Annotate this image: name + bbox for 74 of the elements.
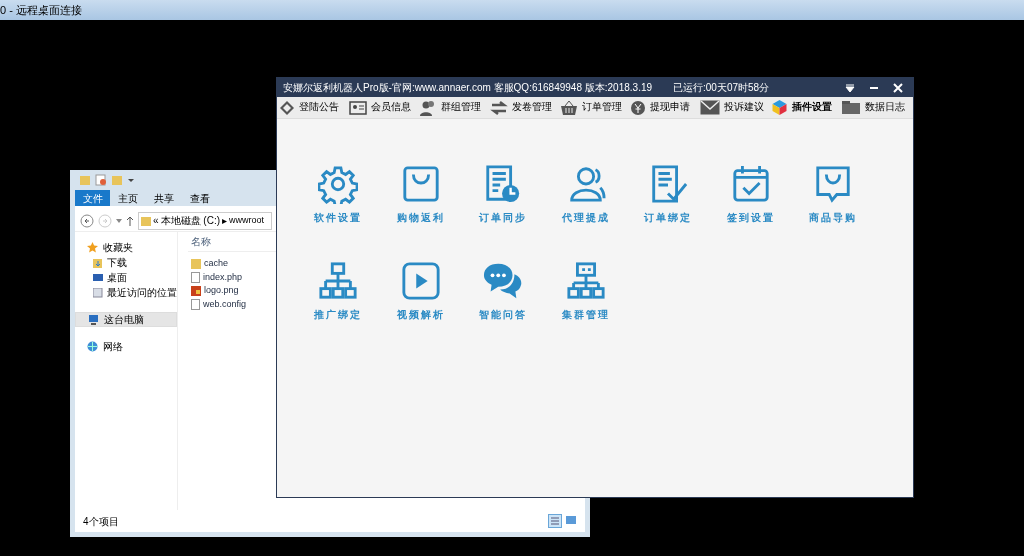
nav-item[interactable]: 这台电脑	[75, 312, 177, 327]
up-arrow-icon[interactable]	[126, 214, 134, 227]
breadcrumb-overflow[interactable]: «	[153, 213, 159, 228]
cube-icon	[770, 99, 788, 116]
tile-label[interactable]: 软件设置	[314, 210, 363, 225]
tile-label[interactable]: 推广绑定	[314, 307, 363, 322]
nav-item[interactable]: 收藏夹	[75, 240, 177, 255]
close-icon[interactable]	[893, 82, 903, 93]
status-text: 4个项目	[83, 514, 119, 529]
envelope-icon	[700, 100, 721, 115]
window-title: 0 - 远程桌面连接	[0, 2, 82, 18]
toolbar-button[interactable]: 投诉建议	[700, 97, 771, 118]
app-title: 安娜尔返利机器人Pro版-官网:www.annaer.com 客服QQ:616849948 版本:2018.3.19	[283, 81, 653, 95]
toolbar-button[interactable]: 发卷管理	[489, 97, 560, 118]
uptime-text: 已运行:00天07时58分	[673, 81, 770, 95]
details-view-icon[interactable]	[548, 514, 562, 528]
folder-icon	[191, 258, 201, 270]
back-icon[interactable]	[80, 213, 94, 228]
breadcrumb-item[interactable]: 本地磁盘 (C:)	[160, 213, 220, 228]
tile-label[interactable]: 集群管理	[561, 307, 610, 322]
desktop-icon	[93, 272, 103, 283]
chat-bubbles-icon[interactable]	[483, 261, 524, 301]
file-icon	[191, 271, 200, 283]
file-item[interactable]: cache	[191, 257, 229, 271]
thumbnail-view-icon[interactable]	[565, 514, 577, 526]
ribbon-tab[interactable]: 文件	[75, 190, 110, 206]
nav-item[interactable]: 下载	[75, 255, 177, 270]
nav-item[interactable]: 网络	[75, 339, 177, 354]
shopping-bag-icon[interactable]	[400, 164, 441, 204]
column-header[interactable]: 名称	[191, 234, 211, 249]
toolbar-button[interactable]: 插件设置	[770, 97, 841, 118]
dropdown-icon[interactable]	[845, 82, 855, 93]
ribbon-tab[interactable]: 查看	[182, 190, 218, 206]
toolbar-button[interactable]: 群组管理	[419, 97, 490, 118]
toolbar-button[interactable]: 会员信息	[349, 97, 420, 118]
computer-icon	[88, 314, 99, 325]
properties-icon[interactable]	[95, 174, 107, 186]
tile-label[interactable]: 视频解析	[396, 307, 445, 322]
tile-label[interactable]: 代理提成	[561, 210, 610, 225]
ribbon-tab[interactable]: 共享	[146, 190, 182, 206]
file-icon	[191, 298, 200, 310]
folder-icon	[141, 215, 151, 226]
image-file-icon	[191, 285, 201, 297]
yen-coin-icon	[630, 99, 647, 116]
toolbar-button[interactable]: 数据日志	[840, 97, 911, 118]
tile-label[interactable]: 订单绑定	[644, 210, 693, 225]
swap-arrows-icon	[489, 100, 508, 115]
tile-label[interactable]: 商品导购	[809, 210, 858, 225]
download-folder-icon	[93, 257, 103, 268]
breadcrumb-item[interactable]: wwwroot	[229, 213, 265, 228]
nav-item[interactable]: 桌面	[75, 270, 177, 285]
breadcrumb-separator: ▸	[222, 214, 227, 228]
cluster-diagram-icon[interactable]	[565, 261, 606, 301]
file-item[interactable]: index.php	[191, 270, 243, 284]
calendar-check-icon[interactable]	[730, 164, 771, 204]
toolbar-button[interactable]: 订单管理	[559, 97, 631, 118]
nav-item[interactable]: 最近访问的位置	[75, 285, 177, 300]
org-chart-icon[interactable]	[318, 261, 359, 301]
gear-icon[interactable]	[318, 164, 359, 204]
file-item[interactable]: web.config	[191, 297, 247, 311]
star-icon	[87, 242, 98, 253]
ribbon-tab[interactable]: 主页	[110, 190, 146, 206]
tile-label[interactable]: 购物返利	[396, 210, 445, 225]
id-card-icon	[349, 100, 368, 115]
play-button-icon[interactable]	[400, 261, 441, 301]
toolbar-button[interactable]: 提现申请	[630, 97, 701, 118]
file-item[interactable]: logo.png	[191, 284, 239, 298]
toolbar-button[interactable]: 登陆公告	[279, 97, 350, 118]
tile-label[interactable]: 订单同步	[479, 210, 528, 225]
tile-label[interactable]: 签到设置	[726, 210, 775, 225]
address-bar[interactable]: « 本地磁盘 (C:) ▸ wwwroot	[138, 211, 272, 230]
network-icon	[87, 341, 98, 352]
folder-icon	[840, 100, 861, 115]
tile-label[interactable]: 智能问答	[479, 307, 528, 322]
